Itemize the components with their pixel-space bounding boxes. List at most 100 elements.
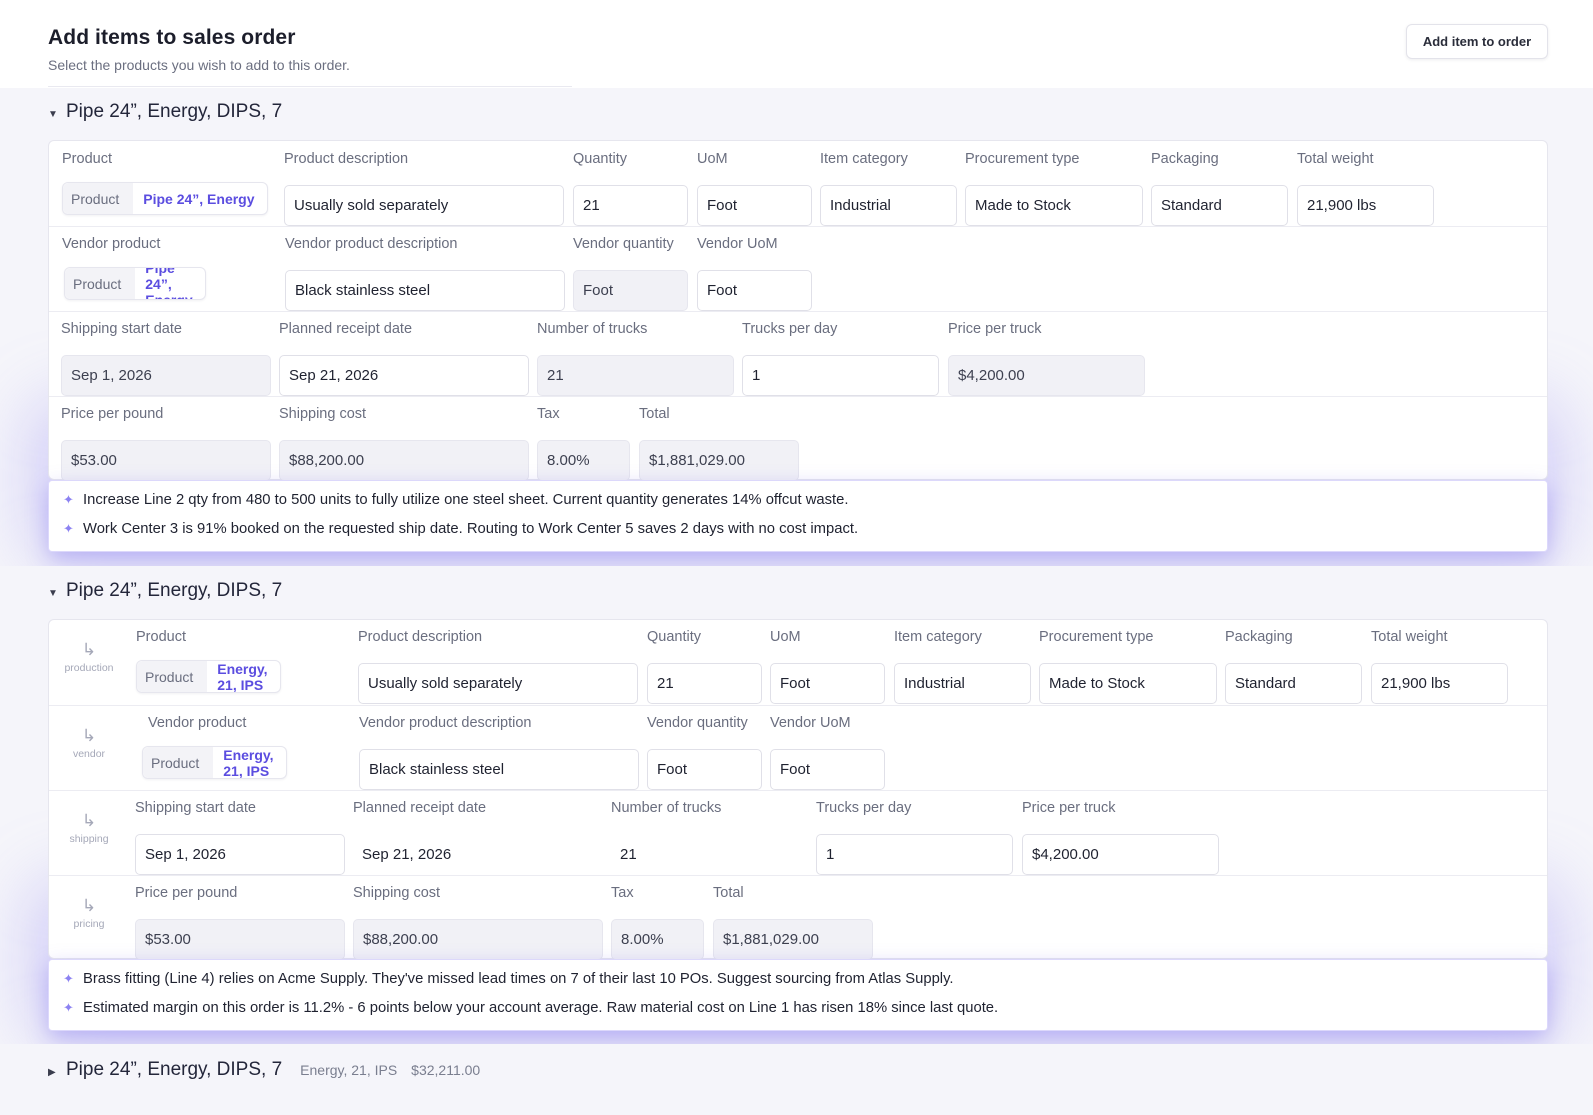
vendor-uom-select[interactable]: Foot [697,270,812,311]
divider [48,86,572,87]
planned-receipt-date-field: Planned receipt date Sep 21, 2026 [279,321,529,396]
vendor-product-selector[interactable]: Product Energy, 21, IPS [142,746,287,779]
procurement-type-select[interactable]: Made to Stock [1039,663,1217,704]
ai-suggestions-panel: ✦ Increase Line 2 qty from 480 to 500 un… [48,480,1548,552]
price-per-pound-field: Price per pound $53.00 [61,406,271,481]
field-label: Packaging [1225,629,1293,645]
add-item-to-order-button[interactable]: Add item to order [1406,24,1548,59]
segment-label: Product [65,268,136,299]
vendor-row-icon: ↳ vendor [49,726,129,760]
vendor-quantity-input[interactable]: Foot [647,749,762,790]
total-input: $1,881,029.00 [639,440,799,481]
page-header: Add items to sales order Select the prod… [0,0,1593,88]
trucks-per-day-field: Trucks per day 1 [816,800,1013,875]
planned-receipt-date-input[interactable]: Sep 21, 2026 [279,355,529,396]
uom-select[interactable]: Foot [770,663,885,704]
line-item-1-card: Product Product Pipe 24”, Energy Product… [48,140,1548,481]
item-category-select[interactable]: Industrial [820,185,957,226]
trucks-per-day-input[interactable]: 1 [742,355,939,396]
segment-label: Product [143,747,214,778]
procurement-type-field: Procurement type Made to Stock [1039,629,1217,704]
product-value: Energy, 21, IPS [217,660,268,693]
field-label: Price per pound [135,885,238,901]
packaging-select[interactable]: Standard [1151,185,1288,226]
product-field: Product Product Energy, 21, IPS [136,629,281,693]
vendor-product-selector[interactable]: Product Pipe 24”, Energy [64,267,206,300]
chevron-down-icon: ▼ [48,109,58,120]
trucks-per-day-input[interactable]: 1 [816,834,1013,875]
item-category-select[interactable]: Industrial [894,663,1031,704]
item-category-field: Item category Industrial [894,629,1031,704]
planned-receipt-date-field: Planned receipt date Sep 21, 2026 [353,800,486,863]
price-per-pound-input: $53.00 [61,440,271,481]
field-label: Total weight [1297,151,1374,167]
price-per-pound-input: $53.00 [135,919,345,960]
field-label: Item category [820,151,908,167]
segment-label: Product [137,661,208,692]
line-item-2-toggle[interactable]: ▼ Pipe 24”, Energy, DIPS, 7 [48,580,282,602]
field-label: Vendor product description [359,715,532,731]
field-label: Price per truck [1022,800,1116,816]
field-label: Total weight [1371,629,1448,645]
packaging-select[interactable]: Standard [1225,663,1362,704]
product-selector[interactable]: Product Pipe 24”, Energy [62,182,268,215]
field-label: Number of trucks [611,800,722,816]
shipping-cost-field: Shipping cost $88,200.00 [279,406,529,481]
suggestion-item[interactable]: ✦ Estimated margin on this order is 11.2… [63,1000,998,1016]
number-of-trucks-field: Number of trucks 21 [537,321,734,396]
product-selector[interactable]: Product Energy, 21, IPS [136,660,281,693]
quantity-input[interactable]: 21 [647,663,762,704]
vendor-product-description-input[interactable]: Black stainless steel [359,749,639,790]
price-per-truck-input: $4,200.00 [948,355,1145,396]
field-label: Product [62,151,112,167]
segment-label: Product [63,183,134,214]
field-label: Shipping start date [61,321,182,337]
vendor-uom-field: Vendor UoM Foot [697,236,812,311]
shipping-start-date-input[interactable]: Sep 1, 2026 [135,834,345,875]
corner-arrow-icon: ↳ [81,726,97,745]
suggestion-item[interactable]: ✦ Increase Line 2 qty from 480 to 500 un… [63,492,849,508]
field-label: Total [713,885,744,901]
quantity-input[interactable]: 21 [573,185,688,226]
vendor-uom-select[interactable]: Foot [770,749,885,790]
uom-select[interactable]: Foot [697,185,812,226]
procurement-type-select[interactable]: Made to Stock [965,185,1143,226]
shipping-start-date-field: Shipping start date Sep 1, 2026 [61,321,271,396]
shipping-start-date-input: Sep 1, 2026 [61,355,271,396]
field-label: Number of trucks [537,321,648,337]
corner-arrow-icon: ↳ [81,640,97,659]
total-weight-input[interactable]: 21,900 lbs [1371,663,1508,704]
pricing-row-icon: ↳ pricing [49,896,129,930]
line-item-3-toggle[interactable]: ▶ Pipe 24”, Energy, DIPS, 7 Energy, 21, … [48,1059,480,1081]
field-label: Shipping cost [353,885,441,901]
total-weight-input[interactable]: 21,900 lbs [1297,185,1434,226]
suggestion-item[interactable]: ✦ Brass fitting (Line 4) relies on Acme … [63,971,954,987]
field-label: Trucks per day [816,800,912,816]
line-item-1-title: Pipe 24”, Energy, DIPS, 7 [66,101,283,122]
field-label: Planned receipt date [279,321,413,337]
field-label: Vendor product [62,236,161,252]
price-per-truck-input[interactable]: $4,200.00 [1022,834,1219,875]
field-label: Price per truck [948,321,1042,337]
field-label: Tax [537,406,560,422]
vendor-product-description-input[interactable]: Black stainless steel [285,270,565,311]
product-description-input[interactable]: Usually sold separately [358,663,638,704]
product-field: Product Product Pipe 24”, Energy [62,151,276,215]
quantity-field: Quantity 21 [573,151,688,226]
field-label: Product description [358,629,483,645]
price-per-truck-field: Price per truck $4,200.00 [948,321,1145,396]
tax-input: 8.00% [537,440,630,481]
field-label: Vendor UoM [770,715,851,731]
line-item-3-title: Pipe 24”, Energy, DIPS, 7 [66,1059,283,1080]
line-item-1-toggle[interactable]: ▼ Pipe 24”, Energy, DIPS, 7 [48,101,282,123]
suggestion-item[interactable]: ✦ Work Center 3 is 91% booked on the req… [63,521,858,537]
product-description-input[interactable]: Usually sold separately [284,185,564,226]
tax-input: 8.00% [611,919,704,960]
shipping-cost-field: Shipping cost $88,200.00 [353,885,603,960]
pricing-row: ↳ pricing Price per pound $53.00 Shippin… [49,876,1547,960]
shipping-row: ↳ shipping Shipping start date Sep 1, 20… [49,791,1547,876]
field-label: Shipping cost [279,406,367,422]
field-label: UoM [770,629,801,645]
field-label: Vendor quantity [647,715,748,731]
field-label: Vendor quantity [573,236,674,252]
